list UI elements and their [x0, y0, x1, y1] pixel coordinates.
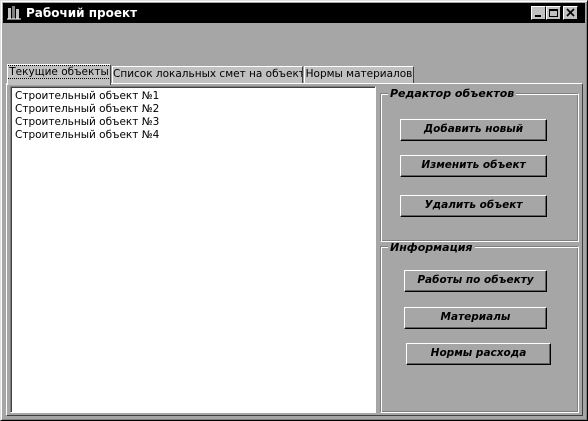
list-item[interactable]: Строительный объект №1 — [15, 90, 159, 103]
editor-group-title: Редактор объектов — [388, 87, 517, 100]
consumption-norms-button[interactable]: Нормы расхода — [406, 343, 551, 365]
minimize-icon — [535, 15, 541, 17]
tab-label: Список локальных смет на объект — [113, 68, 303, 80]
close-icon — [566, 8, 575, 17]
list-item[interactable]: Строительный объект №4 — [15, 129, 159, 142]
main-window: Рабочий проект Текущие объекты Список ло… — [0, 0, 588, 421]
toolbar-area — [3, 23, 585, 61]
title-bar[interactable]: Рабочий проект — [3, 3, 585, 23]
tab-local-estimates[interactable]: Список локальных смет на объект — [112, 66, 303, 83]
delete-object-button[interactable]: Удалить объект — [400, 195, 547, 217]
objects-listbox[interactable]: Строительный объект №1 Строительный объе… — [10, 86, 376, 413]
info-group-title: Информация — [388, 241, 475, 254]
edit-object-button[interactable]: Изменить объект — [400, 155, 547, 177]
works-by-object-button[interactable]: Работы по объекту — [404, 270, 547, 292]
maximize-icon — [549, 9, 558, 17]
app-icon — [7, 6, 21, 20]
tab-material-norms[interactable]: Нормы материалов — [304, 66, 414, 83]
tab-label: Текущие объекты — [8, 65, 110, 79]
minimize-button[interactable] — [531, 6, 546, 20]
tab-label: Нормы материалов — [305, 68, 413, 80]
tab-strip: Текущие объекты Список локальных смет на… — [7, 64, 427, 85]
maximize-button[interactable] — [546, 6, 561, 20]
tab-current-objects[interactable]: Текущие объекты — [7, 64, 111, 85]
window-title: Рабочий проект — [26, 6, 138, 20]
close-button[interactable] — [563, 6, 578, 20]
add-object-button[interactable]: Добавить новый — [400, 119, 547, 141]
materials-button[interactable]: Материалы — [404, 307, 547, 329]
list-item[interactable]: Строительный объект №3 — [15, 116, 159, 129]
list-item[interactable]: Строительный объект №2 — [15, 103, 159, 116]
